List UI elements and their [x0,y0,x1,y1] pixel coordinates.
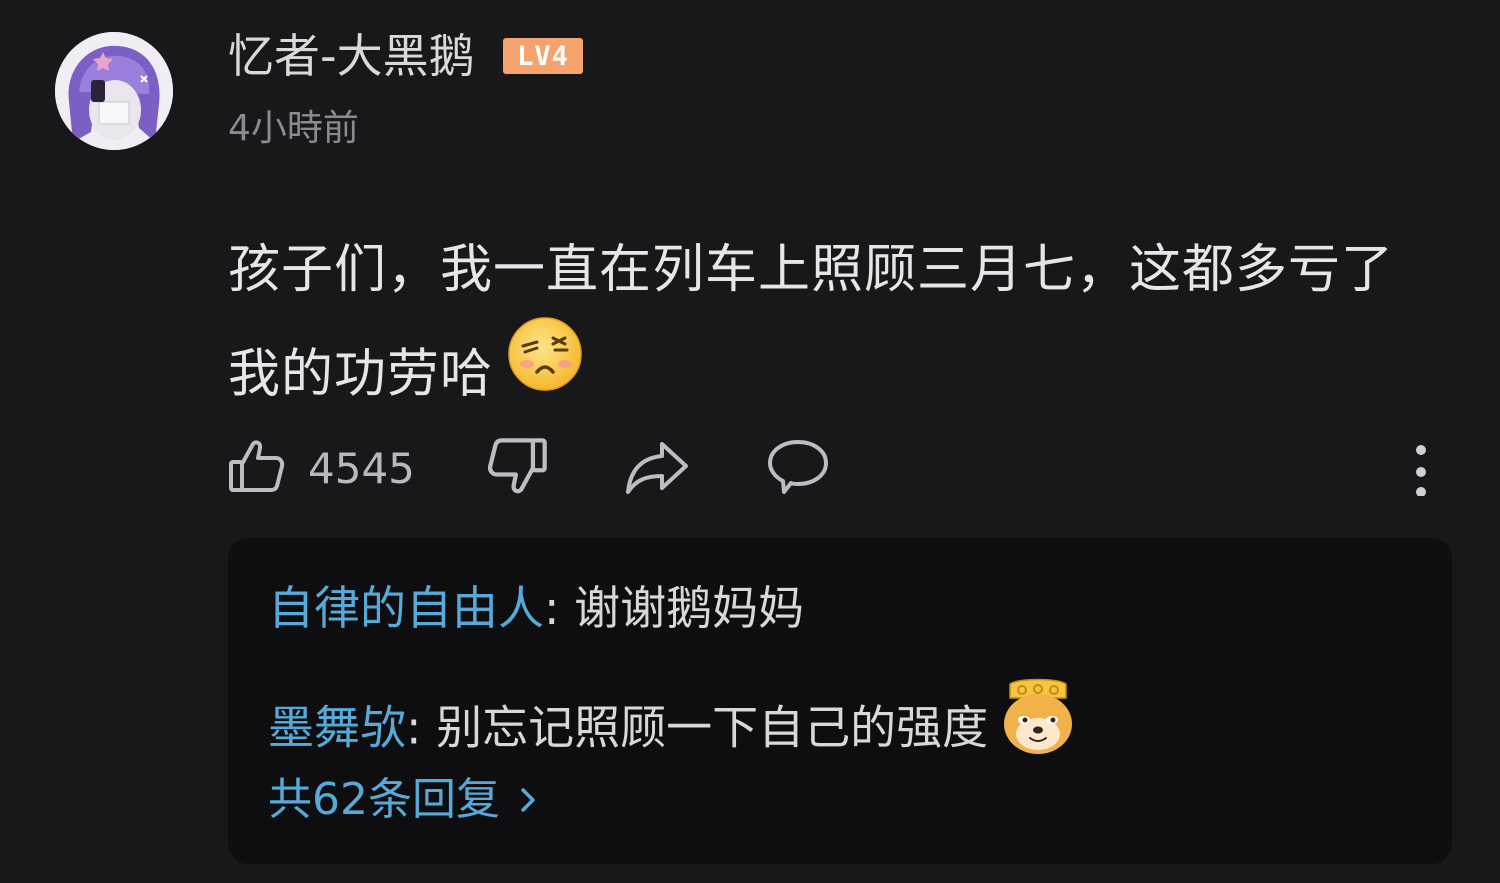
reply-separator: : [406,700,422,755]
avatar[interactable] [55,32,173,150]
reply-text: 谢谢鹅妈妈 [559,581,805,635]
comment-card: 忆者-大黑鹅 LV4 4小時前 孩子们，我一直在列车上照顾三月七，这都多亏了 我… [0,0,1500,883]
level-badge: LV4 [503,38,583,74]
thumbs-up-icon [226,436,286,500]
vertical-dots-icon [1404,436,1438,500]
thumbs-down-icon [486,434,550,502]
action-bar: 4545 [0,430,1500,506]
reply-button[interactable] [766,430,830,506]
doge-emoji-icon [1000,676,1076,770]
more-options-button[interactable] [1404,430,1438,506]
replies-box: 自律的自由人: 谢谢鹅妈妈 墨舞欤: 别忘记照顾一下自己的强度 共62条回复 [228,538,1452,864]
comment-text-line-1: 孩子们，我一直在列车上照顾三月七，这都多亏了 [228,240,1395,300]
share-arrow-icon [624,436,690,500]
reply-author[interactable]: 墨舞欤 [268,701,406,755]
comment-text-line-2: 我的功劳哈 [228,344,494,405]
reply-text: 别忘记照顾一下自己的强度 [421,700,989,755]
more-replies-label: 共62条回复 [268,774,500,825]
comment-content: 孩子们，我一直在列车上照顾三月七，这都多亏了 我的功劳哈 [228,218,1468,433]
like-count: 4545 [308,443,415,493]
avatar-image [55,32,173,150]
dislike-button[interactable] [486,430,550,506]
smug-face-emoji-icon [507,316,583,427]
reply-item[interactable]: 自律的自由人: 谢谢鹅妈妈 [268,578,804,638]
chevron-right-icon [518,784,538,816]
speech-bubble-icon [766,436,830,500]
reply-author[interactable]: 自律的自由人 [268,581,544,635]
reply-separator: : [544,581,560,635]
comment-text-line-2-wrap: 我的功劳哈 [228,317,1468,433]
share-button[interactable] [624,430,690,506]
username[interactable]: 忆者-大黑鹅 [228,28,475,84]
timestamp: 4小時前 [228,108,359,149]
reply-item[interactable]: 墨舞欤: 别忘记照顾一下自己的强度 [268,678,1076,778]
view-all-replies-link[interactable]: 共62条回复 [268,770,538,830]
like-button[interactable]: 4545 [226,430,415,506]
